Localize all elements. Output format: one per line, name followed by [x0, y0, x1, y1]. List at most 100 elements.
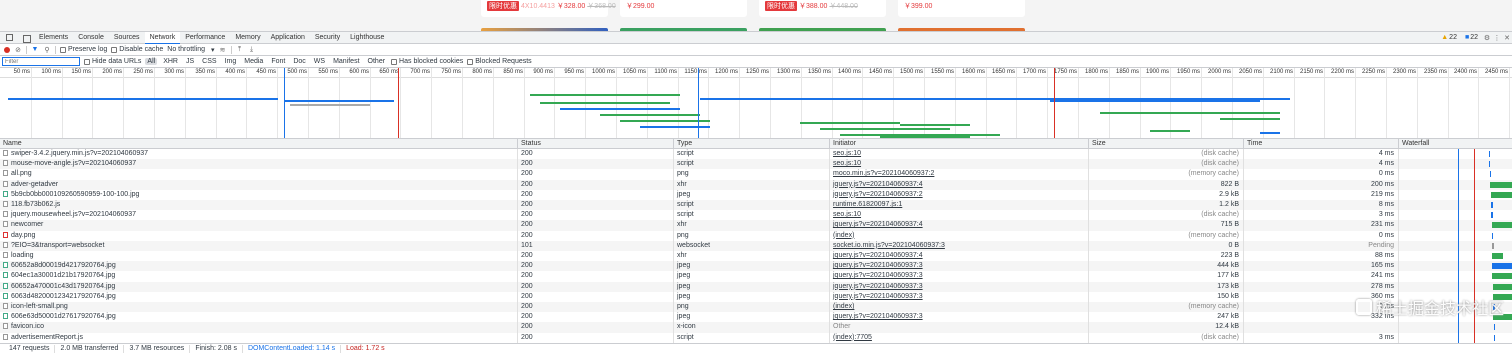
cell-initiator[interactable]: jquery.js?v=202104060937:3: [830, 261, 1089, 271]
clear-icon[interactable]: ⊘: [14, 46, 22, 54]
type-filter-other[interactable]: Other: [366, 58, 388, 65]
disable-cache-checkbox[interactable]: Disable cache: [111, 46, 163, 53]
cell-initiator[interactable]: runtime.61820097.js:1: [830, 200, 1089, 210]
type-filter-xhr[interactable]: XHR: [161, 58, 180, 65]
cell-initiator[interactable]: jquery.js?v=202104060937:3: [830, 312, 1089, 322]
type-filter-all[interactable]: All: [145, 58, 157, 65]
device-toolbar-icon[interactable]: [23, 34, 30, 41]
table-row[interactable]: icon-left-small.png200png(index)(memory …: [0, 302, 1512, 312]
cell-initiator[interactable]: jquery.js?v=202104060937:4: [830, 251, 1089, 261]
table-row[interactable]: adver-getadver200xhrjquery.js?v=20210406…: [0, 180, 1512, 190]
column-header-initiator[interactable]: Initiator: [830, 139, 1089, 149]
tab-console[interactable]: Console: [73, 32, 109, 43]
table-row[interactable]: 606e63d50001d27617920764.jpg200jpegjquer…: [0, 312, 1512, 322]
cell-name-text: ?EIO=3&transport=websocket: [11, 242, 104, 249]
cell-initiator[interactable]: seo.js:10: [830, 149, 1089, 159]
type-filter-font[interactable]: Font: [269, 58, 287, 65]
cell-initiator[interactable]: moco.min.js?v=202104060937:2: [830, 169, 1089, 179]
column-header-status[interactable]: Status: [518, 139, 674, 149]
type-filter-img[interactable]: Img: [223, 58, 239, 65]
cell-initiator[interactable]: jquery.js?v=202104060937:3: [830, 282, 1089, 292]
gear-icon[interactable]: ⚙: [1482, 34, 1492, 42]
cell-initiator[interactable]: Other: [830, 322, 1089, 332]
table-row[interactable]: favicon.ico200x-iconOther12.4 kB: [0, 322, 1512, 332]
cell-initiator[interactable]: jquery.js?v=202104060937:2: [830, 190, 1089, 200]
tab-memory[interactable]: Memory: [230, 32, 265, 43]
inspect-icon[interactable]: [6, 34, 13, 41]
cell-initiator[interactable]: seo.js:10: [830, 210, 1089, 220]
cell-initiator-text: (index): [833, 232, 854, 239]
waterfall-bar: [1492, 263, 1512, 269]
type-filter-manifest[interactable]: Manifest: [331, 58, 361, 65]
table-row[interactable]: jquery.mousewheel.js?v=202104060937200sc…: [0, 210, 1512, 220]
tab-performance[interactable]: Performance: [180, 32, 230, 43]
cell-initiator[interactable]: jquery.js?v=202104060937:4: [830, 180, 1089, 190]
cell-initiator[interactable]: jquery.js?v=202104060937:3: [830, 292, 1089, 302]
column-header-time[interactable]: Time: [1244, 139, 1399, 149]
sale-badge: 限时优惠: [487, 1, 519, 11]
messages-counter[interactable]: ■22: [1461, 34, 1482, 41]
table-row[interactable]: day.png200png(index)(memory cache)0 ms: [0, 231, 1512, 241]
throttling-select[interactable]: No throttling▾: [167, 46, 214, 54]
filter-input[interactable]: [2, 57, 80, 66]
tab-security[interactable]: Security: [310, 32, 345, 43]
table-row[interactable]: ?EIO=3&transport=websocket101websocketso…: [0, 241, 1512, 251]
record-icon[interactable]: [4, 47, 10, 53]
type-filter-js[interactable]: JS: [184, 58, 196, 65]
table-row[interactable]: mouse-move-angle.js?v=202104060937200scr…: [0, 159, 1512, 169]
close-icon[interactable]: ✕: [1502, 34, 1512, 42]
column-header-type[interactable]: Type: [674, 139, 830, 149]
tab-sources[interactable]: Sources: [109, 32, 145, 43]
preserve-log-checkbox[interactable]: Preserve log: [60, 46, 107, 53]
table-row[interactable]: swiper-3.4.2.jquery.min.js?v=20210406093…: [0, 149, 1512, 159]
table-row[interactable]: 6063d4820001234217920764.jpg200jpegjquer…: [0, 292, 1512, 302]
product-card[interactable]: ￥299.00: [620, 0, 747, 17]
table-row[interactable]: all.png200pngmoco.min.js?v=202104060937:…: [0, 169, 1512, 179]
cell-initiator[interactable]: seo.js:10: [830, 159, 1089, 169]
cell-initiator[interactable]: (index): [830, 231, 1089, 241]
table-row[interactable]: newcomer200xhrjquery.js?v=202104060937:4…: [0, 220, 1512, 230]
cell-initiator[interactable]: (index): [830, 302, 1089, 312]
cell-initiator[interactable]: (index):7705: [830, 333, 1089, 343]
cell-name: mouse-move-angle.js?v=202104060937: [0, 159, 518, 169]
blocked-requests-checkbox[interactable]: Blocked Requests: [467, 58, 531, 65]
tab-network[interactable]: Network: [145, 32, 181, 44]
cell-initiator[interactable]: jquery.js?v=202104060937:4: [830, 220, 1089, 230]
tab-lighthouse[interactable]: Lighthouse: [345, 32, 389, 43]
type-filter-media[interactable]: Media: [242, 58, 265, 65]
cell-status: 200: [518, 231, 674, 241]
cell-time: 278 ms: [1244, 282, 1399, 292]
table-row[interactable]: 5b9cb0bb000109260590959-100-100.jpg200jp…: [0, 190, 1512, 200]
table-row[interactable]: loading200xhrjquery.js?v=202104060937:42…: [0, 251, 1512, 261]
cell-initiator[interactable]: socket.io.min.js?v=202104060937:3: [830, 241, 1089, 251]
product-card[interactable]: 限时优惠4X10.4413￥328.00￥368.00: [481, 0, 608, 17]
type-filter-doc[interactable]: Doc: [291, 58, 307, 65]
table-row[interactable]: 604ec1a30001d21b17920764.jpg200jpegjquer…: [0, 271, 1512, 281]
has-blocked-cookies-checkbox[interactable]: Has blocked cookies: [391, 58, 463, 65]
cell-initiator[interactable]: jquery.js?v=202104060937:3: [830, 271, 1089, 281]
file-icon: [3, 221, 8, 227]
table-row[interactable]: advertisementReport.js200script(index):7…: [0, 333, 1512, 343]
tab-elements[interactable]: Elements: [34, 32, 73, 43]
type-filter-ws[interactable]: WS: [312, 58, 327, 65]
product-card[interactable]: ￥399.00: [898, 0, 1025, 17]
column-header-name[interactable]: Name: [0, 139, 518, 149]
filter-icon[interactable]: ▼: [31, 46, 39, 53]
hide-data-urls-checkbox[interactable]: Hide data URLs: [84, 58, 141, 65]
warnings-counter[interactable]: ▲22: [1437, 34, 1461, 41]
type-filter-css[interactable]: CSS: [200, 58, 218, 65]
product-card[interactable]: 限时优惠￥388.00￥448.00: [759, 0, 886, 17]
column-header-size[interactable]: Size: [1089, 139, 1244, 149]
online-icon[interactable]: ≋: [219, 46, 227, 54]
export-har-icon[interactable]: ⤓: [248, 46, 256, 54]
tab-application[interactable]: Application: [266, 32, 310, 43]
import-har-icon[interactable]: ⤒: [236, 46, 244, 54]
search-icon[interactable]: ⚲: [43, 46, 51, 54]
table-row[interactable]: 118.fb73b062.js200scriptruntime.61820097…: [0, 200, 1512, 210]
table-row[interactable]: 60652a470001c43d17920764.jpg200jpegjquer…: [0, 282, 1512, 292]
table-row[interactable]: 60652a8d00019d4217920764.jpg200jpegjquer…: [0, 261, 1512, 271]
more-options-icon[interactable]: ⋮: [1492, 34, 1502, 42]
timeline-overview[interactable]: 50 ms100 ms150 ms200 ms250 ms300 ms350 m…: [0, 68, 1512, 139]
cell-time: 0 ms: [1244, 231, 1399, 241]
column-header-waterfall[interactable]: Waterfall: [1399, 139, 1512, 149]
